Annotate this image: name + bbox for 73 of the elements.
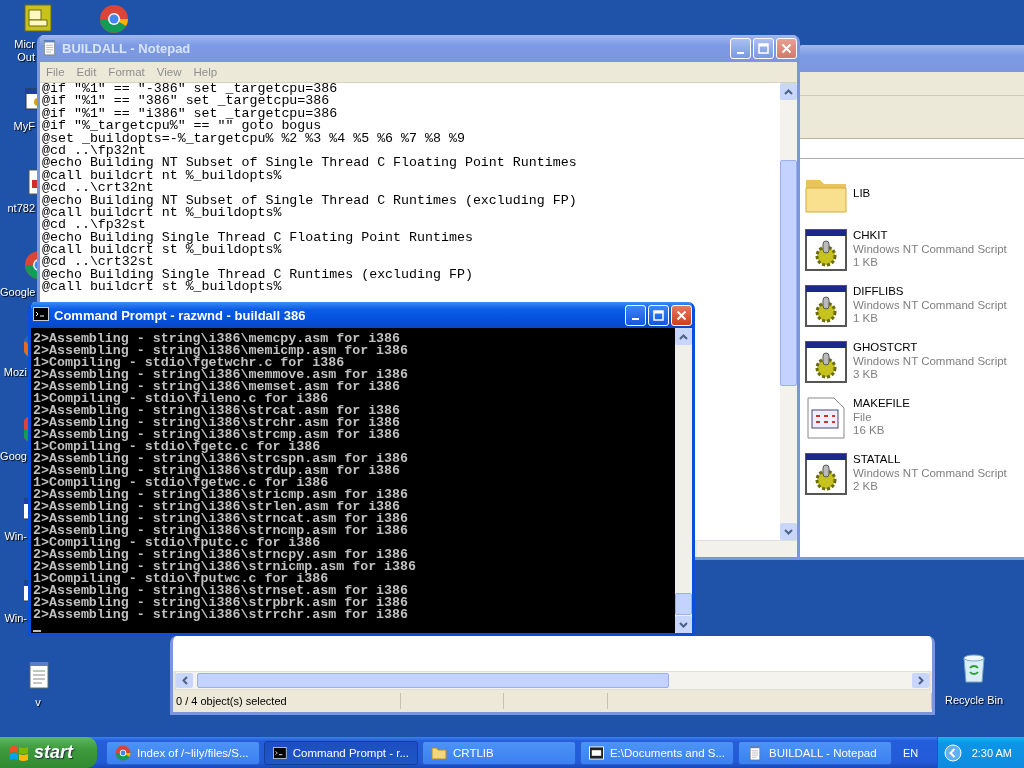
- file-type: File: [853, 410, 873, 425]
- code-line: @echo Building NT Subset of Single Thread C Floating Point Runtimes: [42, 157, 577, 170]
- file-type: Windows NT Command Script: [853, 242, 1007, 257]
- console-line: 2>Assembling - string\i386\strncpy.asm for i386: [33, 549, 409, 561]
- file-size: 1 KB: [853, 256, 879, 270]
- console-line: 2>Assembling - string\i386\stricmp.asm for i386: [33, 489, 409, 501]
- code-line: @echo Building Single Thread C Floating Point Runtimes: [42, 231, 473, 245]
- console-line: 2>Assembling - string\i386\memset.asm for i386: [33, 381, 401, 393]
- window-title: Command Prompt - razwnd - buildall 386: [54, 307, 307, 323]
- console-line: 2>Assembling - string\i386\strcspn.asm for i386: [33, 453, 409, 465]
- file-type: Windows NT Command Script: [853, 466, 1007, 481]
- console-line: 1>Compiling - stdio\fgetwc.c for i386: [33, 477, 329, 489]
- console-line: 2>Assembling - string\i386\strchr.asm for i386: [33, 417, 401, 429]
- file-type: Windows NT Command Script: [853, 354, 1007, 369]
- desktop-icon-label: Win-: [3, 530, 27, 543]
- taskbar-button[interactable]: BUILDALL - Notepad: [738, 740, 892, 765]
- code-line: @if "%1" == "-386" set _targetcpu=386: [42, 83, 338, 96]
- console-line: 2>Assembling - string\i386\strnset.asm for i386: [33, 585, 409, 597]
- code-line: @cd ..\fp32st: [42, 219, 146, 232]
- taskbar-button[interactable]: Index of /~lily/files/S...: [106, 740, 260, 765]
- desktop-icon-label: Win-: [3, 612, 27, 625]
- code-line: @set _buildopts=-%_targetcpu% %2 %3 %4 %5 %6 %7 %8 %9: [42, 132, 465, 145]
- start-button[interactable]: start: [0, 737, 97, 768]
- code-line: @if "%_targetcpu%" == "" goto bogus: [42, 120, 322, 133]
- code-line: @call buildcrt nt %_buildopts%: [42, 206, 282, 220]
- code-line: @if "%1" == "i386" set _targetcpu=386: [42, 107, 338, 121]
- code-line: @echo Building Single Thread C Runtimes (excluding FP): [42, 268, 473, 282]
- title-bar[interactable]: Command Prompt - razwnd - buildall 386: [31, 302, 692, 328]
- taskbar-button[interactable]: E:\Documents and S...: [580, 740, 734, 765]
- code-line: @call buildcrt nt %_buildopts%: [42, 169, 282, 183]
- language-indicator[interactable]: EN: [903, 746, 927, 759]
- console-line: 2>Assembling - string\i386\strdup.asm for i386: [33, 465, 401, 477]
- code-line: @cd ..\crt32st: [42, 256, 154, 269]
- taskbar-button[interactable]: Command Prompt - r...: [264, 740, 418, 765]
- desktop-icon-label: Recycle Bin: [944, 694, 1004, 707]
- desktop-icon-label: Mozi: [2, 366, 27, 379]
- console-line: 2>Assembling - string\i386\strrchr.asm for i386: [33, 609, 409, 621]
- code-line: @cd ..\crt32nt: [42, 182, 154, 195]
- code-line: @echo Building NT Subset of Single Thread C Runtimes (excluding FP): [42, 194, 577, 207]
- clock: 2:30 AM: [971, 746, 1012, 759]
- console-line: 2>Assembling - string\i386\strcat.asm for i386: [33, 405, 401, 417]
- window-title: BUILDALL - Notepad: [62, 41, 192, 56]
- console-line: 1>Compiling - stdio\fputc.c for i386: [33, 537, 321, 549]
- desktop-icon-label: Google: [0, 286, 35, 299]
- desktop-icon-label: MyF: [12, 120, 35, 133]
- console-line: 2>Assembling - string\i386\strlen.asm for i386: [33, 501, 401, 513]
- desktop-icon-label: Micr Out: [13, 38, 35, 64]
- console-line: 2>Assembling - string\i386\strcmp.asm for i386: [33, 429, 401, 441]
- console-line: 2>Assembling - string\i386\memmove.asm for i386: [33, 369, 409, 381]
- file-size: 16 KB: [853, 424, 886, 438]
- desktop-icon-label: v: [35, 696, 41, 709]
- file-size: 2 KB: [853, 480, 879, 494]
- code-line: @if "%1" == "386" set _targetcpu=386: [42, 95, 330, 108]
- file-type: Windows NT Command Script: [853, 298, 1007, 313]
- console-line: 2>Assembling - string\i386\memicmp.asm for i386: [33, 345, 409, 357]
- console-line: 1>Compiling - stdio\fgetc.c for i386: [33, 441, 321, 453]
- file-size: 3 KB: [853, 368, 879, 382]
- code-line: @call buildcrt st %_buildopts%: [42, 281, 282, 294]
- console-line: 2>Assembling - string\i386\strpbrk.asm for i386: [33, 597, 409, 609]
- code-line: @cd ..\fp32nt: [42, 144, 146, 158]
- console-line: 1>Compiling - stdio\fputwc.c for i386: [33, 573, 329, 585]
- console-line: 1>Compiling - stdio\fgetwchr.c for i386: [33, 357, 345, 369]
- console-line: 2>Assembling - string\i386\memcpy.asm for i386: [33, 333, 401, 345]
- console-line: 2>Assembling - string\i386\strncat.asm for i386: [33, 513, 409, 525]
- file-size: 1 KB: [853, 312, 879, 326]
- console-line: 2>Assembling - string\i386\strnicmp.asm for i386: [33, 561, 416, 573]
- console-line: 2>Assembling - string\i386\strncmp.asm for i386: [33, 525, 409, 537]
- taskbar-button[interactable]: CRTLIB: [422, 740, 576, 765]
- code-line: @call buildcrt st %_buildopts%: [42, 244, 282, 257]
- desktop-icon-label: nt782: [6, 202, 35, 215]
- status-text: 0 / 4 object(s) selected: [176, 695, 287, 707]
- console-line: 1>Compiling - stdio\fileno.c for i386: [33, 393, 329, 405]
- desktop-icon-label: Goog: [0, 450, 27, 463]
